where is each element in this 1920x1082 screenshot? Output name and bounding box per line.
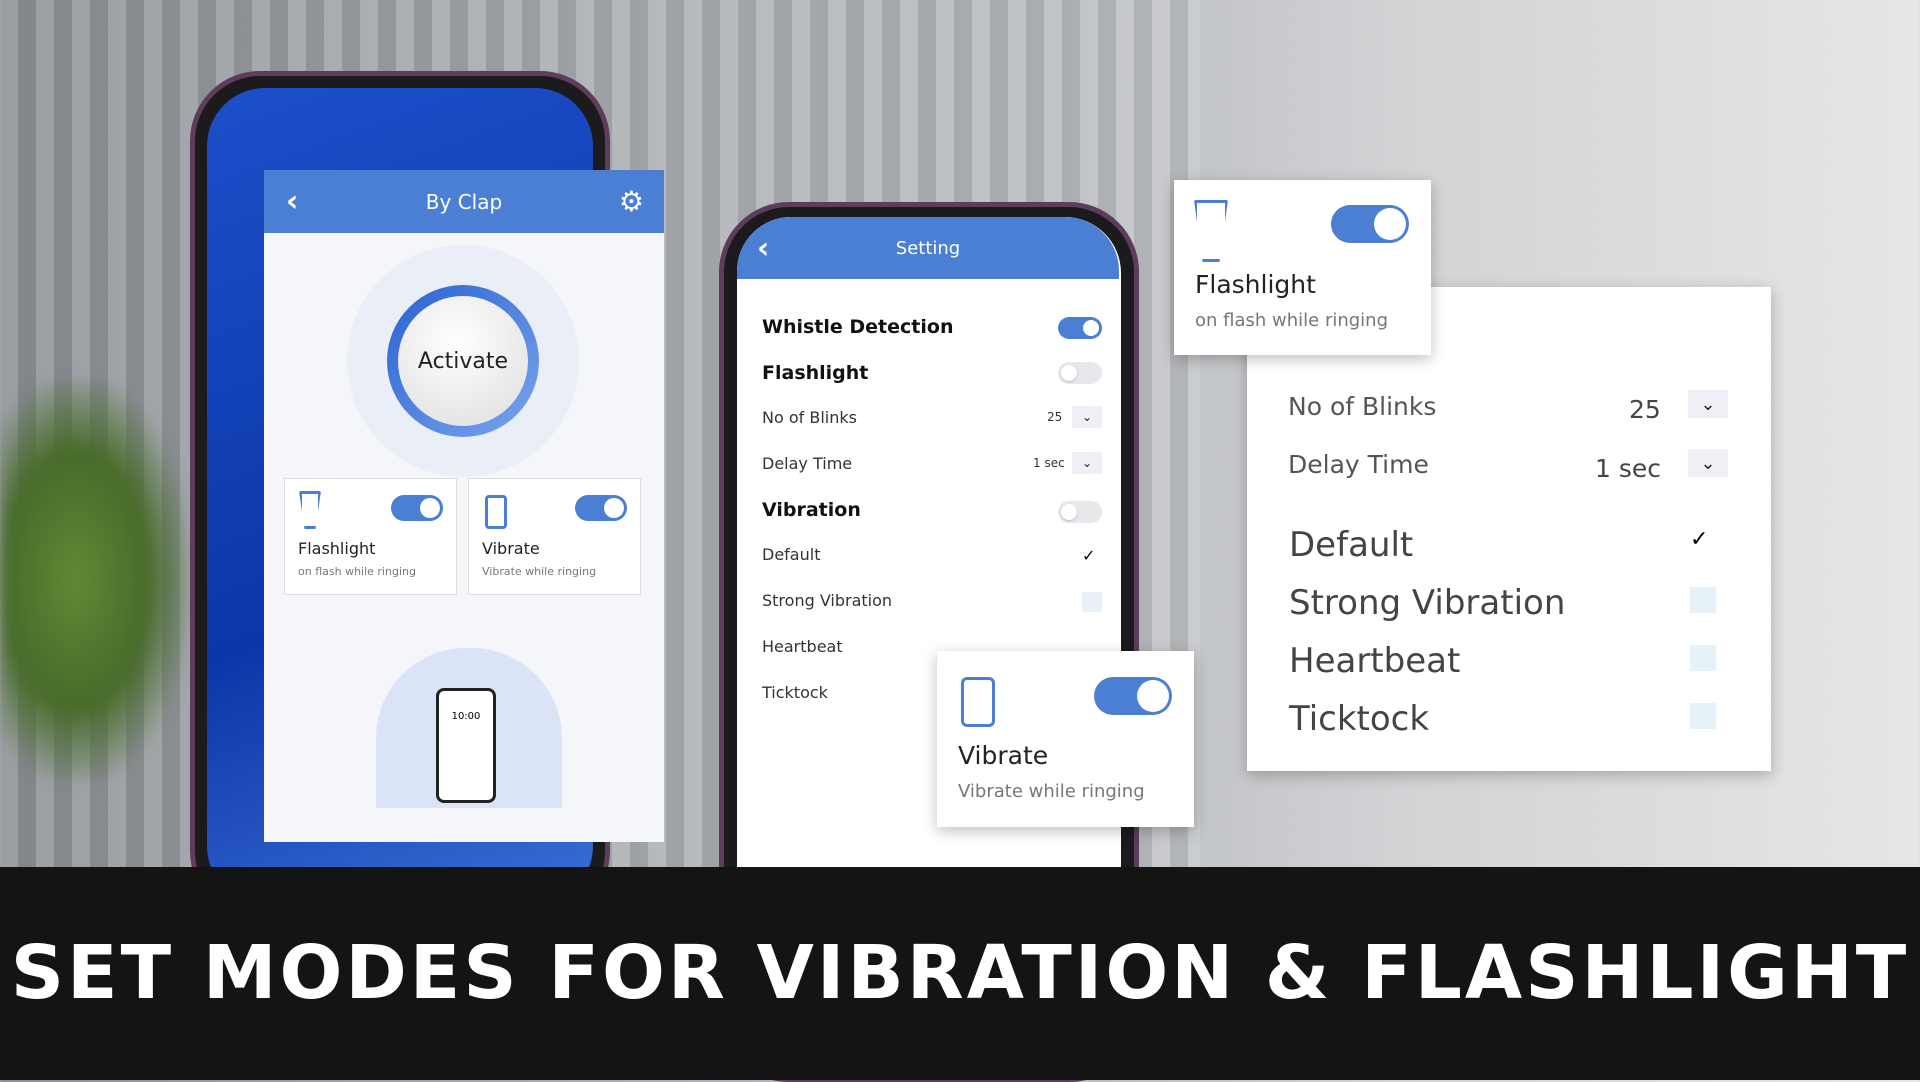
vibrate-icon xyxy=(961,677,995,727)
mode-default[interactable]: Default xyxy=(762,545,820,564)
vibrate-toggle[interactable] xyxy=(1094,677,1172,715)
mode-heartbeat[interactable]: Heartbeat xyxy=(1289,641,1460,681)
vibrate-title: Vibrate xyxy=(958,741,1049,770)
gear-icon[interactable]: ⚙ xyxy=(619,185,644,218)
by-clap-screen: ‹ By Clap ⚙ Activate Flashlight on flash… xyxy=(264,170,664,842)
blinks-label: No of Blinks xyxy=(762,408,857,427)
illustration-phone-time: 10:00 xyxy=(436,688,496,803)
mode-strong-checkbox[interactable] xyxy=(1690,587,1716,613)
vibrate-subtitle: Vibrate while ringing xyxy=(482,565,597,578)
mode-default-checkbox[interactable]: ✓ xyxy=(1082,546,1102,566)
vibration-label: Vibration xyxy=(762,499,861,521)
delay-value: 1 sec xyxy=(1033,456,1065,470)
vibrate-title: Vibrate xyxy=(482,539,540,558)
settings-zoom-panel: No of Blinks 25 ⌄ Delay Time 1 sec ⌄ Def… xyxy=(1247,287,1771,771)
flashlight-card: Flashlight on flash while ringing xyxy=(284,478,457,595)
flashlight-icon xyxy=(299,491,321,529)
flashlight-popup: Flashlight on flash while ringing xyxy=(1174,180,1431,355)
mode-default[interactable]: Default xyxy=(1289,525,1413,565)
whistle-label: Whistle Detection xyxy=(762,316,954,338)
mode-strong[interactable]: Strong Vibration xyxy=(1289,583,1565,623)
vibrate-popup: Vibrate Vibrate while ringing xyxy=(937,651,1194,827)
whistle-toggle[interactable] xyxy=(1058,317,1102,339)
blinks-dropdown[interactable]: ⌄ xyxy=(1072,406,1102,428)
vibrate-toggle[interactable] xyxy=(575,495,627,521)
mode-strong[interactable]: Strong Vibration xyxy=(762,591,892,610)
plant-decoration xyxy=(0,380,190,780)
flashlight-title: Flashlight xyxy=(298,539,376,558)
delay-dropdown[interactable]: ⌄ xyxy=(1072,452,1102,474)
vibrate-icon xyxy=(485,495,507,529)
page-title: Setting xyxy=(895,237,961,259)
blinks-value: 25 xyxy=(1047,410,1063,424)
mode-strong-checkbox[interactable] xyxy=(1082,592,1102,612)
vibrate-card: Vibrate Vibrate while ringing xyxy=(468,478,641,595)
blinks-dropdown[interactable]: ⌄ xyxy=(1688,390,1728,418)
delay-label: Delay Time xyxy=(762,454,853,473)
illustration: 10:00 xyxy=(376,648,562,808)
mode-default-checkbox[interactable]: ✓ xyxy=(1690,527,1716,553)
back-icon[interactable]: ‹ xyxy=(757,231,769,266)
mode-ticktock[interactable]: Ticktock xyxy=(1289,699,1429,739)
delay-label: Delay Time xyxy=(1288,450,1429,479)
activate-label: Activate xyxy=(398,296,528,426)
flashlight-title: Flashlight xyxy=(1195,270,1316,299)
delay-dropdown[interactable]: ⌄ xyxy=(1688,449,1728,477)
blinks-label: No of Blinks xyxy=(1288,392,1437,421)
mode-heartbeat-checkbox[interactable] xyxy=(1690,645,1716,671)
flashlight-subtitle: on flash while ringing xyxy=(1195,310,1389,331)
flashlight-toggle[interactable] xyxy=(391,495,443,521)
flashlight-label: Flashlight xyxy=(762,362,869,384)
vibrate-subtitle: Vibrate while ringing xyxy=(958,781,1145,802)
flashlight-icon xyxy=(1194,200,1228,262)
back-icon[interactable]: ‹ xyxy=(286,184,298,219)
mode-heartbeat[interactable]: Heartbeat xyxy=(762,637,843,656)
delay-value: 1 sec xyxy=(1595,454,1662,483)
banner-title: SET MODES FOR VIBRATION & FLASHLIGHT xyxy=(10,930,1910,1016)
page-title: By Clap xyxy=(425,189,503,214)
vibration-toggle[interactable] xyxy=(1058,501,1102,523)
flashlight-toggle[interactable] xyxy=(1058,362,1102,384)
mode-ticktock[interactable]: Ticktock xyxy=(762,683,828,702)
flashlight-subtitle: on flash while ringing xyxy=(298,565,416,578)
blinks-value: 25 xyxy=(1629,395,1661,424)
activate-button[interactable]: Activate xyxy=(387,285,539,437)
flashlight-toggle[interactable] xyxy=(1331,205,1409,243)
mode-ticktock-checkbox[interactable] xyxy=(1690,703,1716,729)
